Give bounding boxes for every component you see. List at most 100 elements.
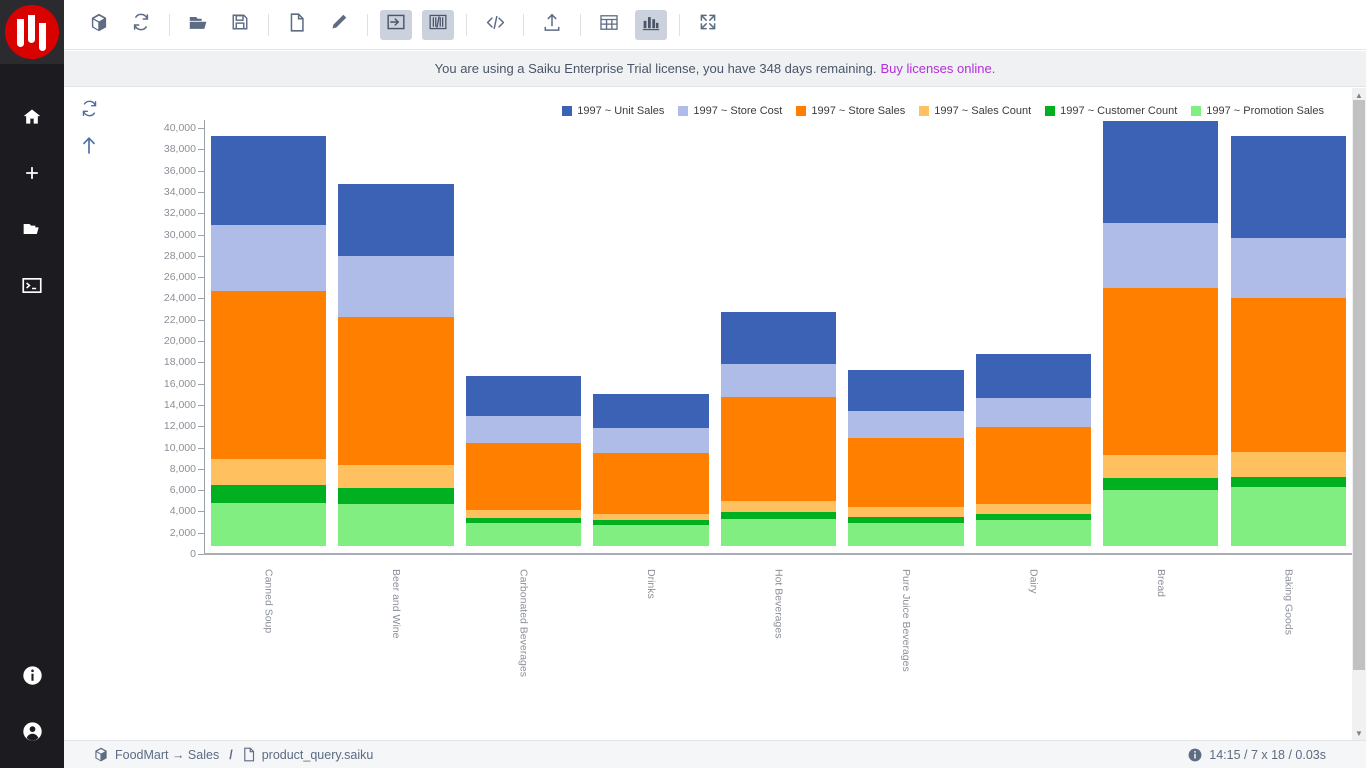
bar-segment[interactable] xyxy=(211,136,326,225)
arrow-up-icon[interactable] xyxy=(81,136,97,160)
sidebar-item-about[interactable] xyxy=(12,660,52,690)
sidebar-item-open-query[interactable] xyxy=(12,214,52,244)
breadcrumb[interactable]: FoodMart → Sales xyxy=(94,747,219,762)
legend-item[interactable]: 1997 ~ Promotion Sales xyxy=(1191,105,1324,117)
save-button[interactable] xyxy=(224,10,256,40)
bar-segment[interactable] xyxy=(848,517,963,523)
chart-bar[interactable] xyxy=(721,312,836,546)
bar-segment[interactable] xyxy=(1103,121,1218,223)
legend-label: 1997 ~ Store Cost xyxy=(693,105,782,117)
sidebar-item-console[interactable] xyxy=(12,270,52,300)
current-file[interactable]: product_query.saiku xyxy=(243,747,374,762)
bar-segment[interactable] xyxy=(721,397,836,501)
bar-segment[interactable] xyxy=(338,488,453,505)
bar-segment[interactable] xyxy=(848,411,963,439)
bar-segment[interactable] xyxy=(466,376,581,416)
cube-button[interactable] xyxy=(83,10,115,40)
table-view-button[interactable] xyxy=(593,10,625,40)
bar-segment[interactable] xyxy=(466,416,581,443)
new-button[interactable] xyxy=(281,10,313,40)
sidebar-item-new-query[interactable] xyxy=(12,158,52,188)
bar-segment[interactable] xyxy=(976,514,1091,520)
bar-segment[interactable] xyxy=(976,520,1091,546)
chart-bar[interactable] xyxy=(211,136,326,546)
bar-segment[interactable] xyxy=(721,364,836,397)
bar-segment[interactable] xyxy=(848,438,963,507)
open-button[interactable] xyxy=(182,10,214,40)
bar-segment[interactable] xyxy=(211,225,326,292)
info-icon xyxy=(22,665,43,686)
bar-segment[interactable] xyxy=(1231,136,1346,238)
bar-segment[interactable] xyxy=(1231,238,1346,299)
legend-item[interactable]: 1997 ~ Customer Count xyxy=(1045,105,1177,117)
legend-item[interactable]: 1997 ~ Store Sales xyxy=(796,105,905,117)
bar-segment[interactable] xyxy=(976,398,1091,427)
scrollbar-thumb[interactable] xyxy=(1353,100,1365,670)
bar-segment[interactable] xyxy=(338,184,453,256)
bar-segment[interactable] xyxy=(593,520,708,525)
bar-segment[interactable] xyxy=(338,256,453,316)
bar-segment[interactable] xyxy=(721,312,836,364)
bar-segment[interactable] xyxy=(721,519,836,546)
bar-segment[interactable] xyxy=(211,291,326,458)
chart-bar[interactable] xyxy=(848,370,963,546)
bar-segment[interactable] xyxy=(1103,223,1218,288)
edit-button[interactable] xyxy=(323,10,355,40)
sidebar-item-home[interactable] xyxy=(12,102,52,132)
scroll-down-arrow-icon[interactable]: ▼ xyxy=(1352,726,1366,740)
bar-segment[interactable] xyxy=(721,512,836,519)
bar-segment[interactable] xyxy=(848,523,963,546)
bar-segment[interactable] xyxy=(338,504,453,546)
non-empty-button[interactable] xyxy=(422,10,454,40)
bar-segment[interactable] xyxy=(593,525,708,546)
refresh-icon[interactable] xyxy=(81,100,98,122)
bar-segment[interactable] xyxy=(1103,455,1218,478)
app-logo[interactable] xyxy=(0,0,64,64)
chart-bar[interactable] xyxy=(466,376,581,546)
bar-segment[interactable] xyxy=(211,485,326,503)
bar-segment[interactable] xyxy=(1231,487,1346,546)
bar-segment[interactable] xyxy=(466,518,581,523)
bar-segment[interactable] xyxy=(338,465,453,488)
bar-segment[interactable] xyxy=(1231,298,1346,451)
bar-segment[interactable] xyxy=(721,501,836,512)
chart-bar[interactable] xyxy=(976,354,1091,546)
bar-segment[interactable] xyxy=(1231,452,1346,477)
chart-bar[interactable] xyxy=(593,394,708,546)
bar-segment[interactable] xyxy=(211,459,326,486)
bar-segment[interactable] xyxy=(466,523,581,546)
bar-segment[interactable] xyxy=(466,443,581,510)
bar-segment[interactable] xyxy=(338,317,453,466)
chart-bar[interactable] xyxy=(1103,121,1218,546)
bar-segment[interactable] xyxy=(211,503,326,546)
bar-segment[interactable] xyxy=(848,507,963,517)
bar-segment[interactable] xyxy=(976,354,1091,398)
vertical-scrollbar[interactable]: ▲ ▼ xyxy=(1352,88,1366,740)
buy-licenses-link[interactable]: Buy licenses online. xyxy=(880,61,995,76)
bar-segment[interactable] xyxy=(593,453,708,514)
chart-bar[interactable] xyxy=(1231,136,1346,546)
export-button[interactable] xyxy=(536,10,568,40)
bar-segment[interactable] xyxy=(1103,490,1218,546)
bar-segment[interactable] xyxy=(1103,478,1218,489)
fullscreen-button[interactable] xyxy=(692,10,724,40)
bar-segment[interactable] xyxy=(1231,477,1346,488)
bar-segment[interactable] xyxy=(593,428,708,452)
refresh-button[interactable] xyxy=(125,10,157,40)
bar-segment[interactable] xyxy=(976,427,1091,504)
chart-view-button[interactable] xyxy=(635,10,667,40)
bar-segment[interactable] xyxy=(466,510,581,518)
legend-item[interactable]: 1997 ~ Store Cost xyxy=(678,105,782,117)
sidebar-item-user-account[interactable] xyxy=(12,716,52,746)
bar-segment[interactable] xyxy=(593,394,708,428)
bar-segment[interactable] xyxy=(1103,288,1218,455)
legend-item[interactable]: 1997 ~ Unit Sales xyxy=(562,105,664,117)
bar-segment[interactable] xyxy=(593,514,708,520)
bar-segment[interactable] xyxy=(976,504,1091,514)
bar-segment[interactable] xyxy=(848,370,963,410)
toolbar-separator xyxy=(580,14,581,36)
mdx-button[interactable] xyxy=(479,10,511,40)
legend-item[interactable]: 1997 ~ Sales Count xyxy=(919,105,1031,117)
chart-bar[interactable] xyxy=(338,184,453,546)
toggle-fields-button[interactable] xyxy=(380,10,412,40)
